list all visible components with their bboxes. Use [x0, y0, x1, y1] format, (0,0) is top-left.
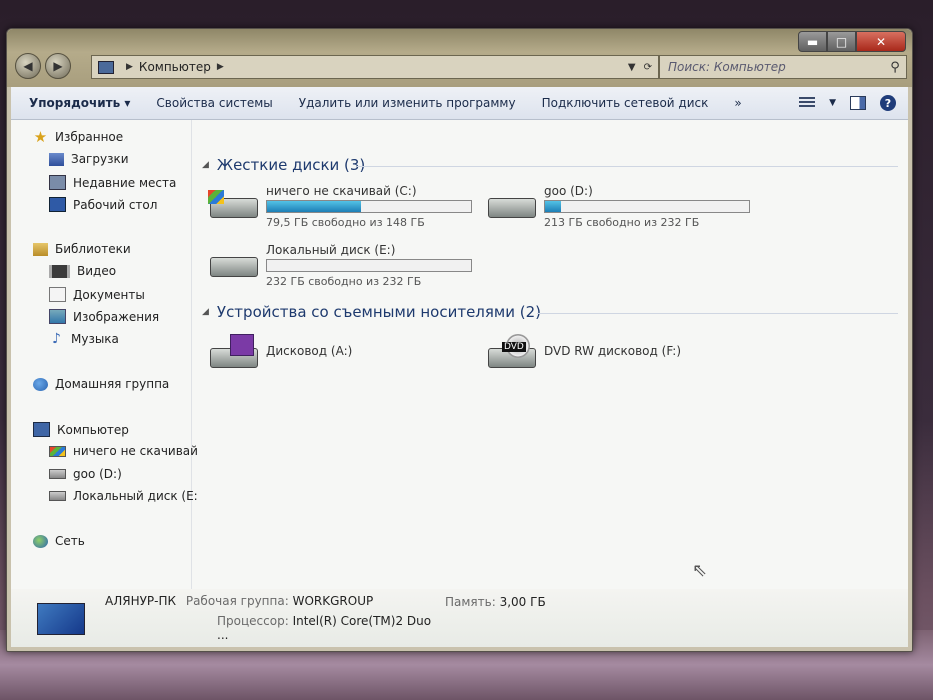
hard-drive-icon — [208, 243, 260, 277]
explorer-window: ▬ □ ✕ ◀ ▶ ▶ Компьютер ▶ ▼ ⟳ Поиск: Компь… — [6, 28, 913, 652]
title-bar: ▬ □ ✕ ◀ ▶ ▶ Компьютер ▶ ▼ ⟳ Поиск: Компь… — [7, 29, 912, 87]
computer-monitor-icon — [37, 603, 85, 635]
maximize-button[interactable]: □ — [827, 31, 856, 52]
window-controls: ▬ □ ✕ — [798, 31, 906, 52]
downloads-icon — [49, 152, 64, 166]
star-icon: ★ — [33, 127, 48, 146]
arrow-right-icon: ▶ — [53, 59, 63, 73]
pc-name: АЛЯНУР-ПК — [105, 594, 177, 608]
drive-d[interactable]: goo (D:) 213 ГБ свободно из 232 ГБ — [486, 184, 750, 229]
usage-fill — [267, 201, 361, 212]
group-header-hard-drives[interactable]: ◢ Жесткие диски (3) — [202, 156, 365, 174]
search-icon[interactable]: ⚲ — [884, 60, 906, 75]
forward-button[interactable]: ▶ — [45, 53, 71, 79]
group-divider — [537, 313, 898, 314]
system-drive-icon — [208, 184, 260, 218]
drive-a[interactable]: Дисковод (A:) — [208, 334, 352, 368]
close-button[interactable]: ✕ — [856, 31, 906, 52]
computer-icon — [98, 60, 114, 74]
sidebar-item-documents[interactable]: Документы — [49, 287, 145, 302]
sidebar-item-drive-e[interactable]: Локальный диск (E: — [49, 489, 198, 503]
address-bar[interactable]: ▶ Компьютер ▶ ▼ ⟳ — [91, 55, 659, 79]
memory-value: 3,00 ГБ — [499, 595, 546, 609]
workgroup-label: Рабочая группа: — [185, 594, 289, 608]
preview-pane-icon[interactable] — [850, 96, 866, 110]
group-header-removable[interactable]: ◢ Устройства со съемными носителями (2) — [202, 303, 541, 321]
sidebar-item-recent[interactable]: Недавние места — [49, 175, 176, 190]
map-network-drive-button[interactable]: Подключить сетевой диск — [529, 96, 722, 110]
collapse-arrow-icon[interactable]: ◢ — [202, 307, 209, 317]
more-commands-button[interactable]: » — [721, 96, 754, 110]
breadcrumb-computer[interactable]: Компьютер — [139, 60, 211, 74]
drive-d-usage-bar — [544, 200, 750, 213]
chevron-right-icon[interactable]: ▶ — [126, 62, 133, 72]
drive-c-usage-bar — [266, 200, 472, 213]
sidebar-item-downloads[interactable]: Загрузки — [49, 152, 129, 166]
documents-icon — [49, 287, 66, 302]
hard-drive-icon — [486, 184, 538, 218]
search-input[interactable]: Поиск: Компьютер ⚲ — [659, 55, 907, 79]
music-note-icon: ♪ — [52, 330, 61, 347]
drive-c[interactable]: ничего не скачивай (C:) 79,5 ГБ свободно… — [208, 184, 472, 229]
hard-drive-icon — [49, 469, 66, 479]
organize-button[interactable]: Упорядочить ▾ — [11, 96, 143, 110]
sidebar-item-video[interactable]: Видео — [49, 264, 116, 278]
drive-e-usage-bar — [266, 259, 472, 272]
chevron-right-icon[interactable]: ▶ — [217, 62, 224, 72]
computer-icon — [33, 422, 50, 437]
desktop-icon — [49, 197, 66, 212]
library-icon — [33, 242, 48, 256]
cpu-label: Процессор: — [217, 614, 289, 628]
sidebar-item-computer[interactable]: Компьютер — [33, 422, 129, 437]
view-dropdown-icon[interactable]: ▼ — [829, 98, 836, 108]
recent-places-icon — [49, 175, 66, 190]
video-icon — [49, 264, 70, 278]
workgroup-value: WORKGROUP — [292, 594, 374, 608]
system-properties-button[interactable]: Свойства системы — [143, 96, 285, 110]
hard-drive-icon — [49, 491, 66, 501]
usage-fill — [545, 201, 562, 212]
floppy-drive-icon — [208, 334, 260, 368]
uninstall-program-button[interactable]: Удалить или изменить программу — [286, 96, 529, 110]
sidebar-item-drive-c[interactable]: ничего не скачивай — [49, 444, 198, 458]
sidebar-item-homegroup[interactable]: Домашняя группа — [33, 377, 169, 391]
network-icon — [33, 534, 48, 548]
search-placeholder: Поиск: Компьютер — [668, 60, 786, 74]
drives-view: ◢ Жесткие диски (3) ничего не скачивай (… — [192, 120, 908, 589]
sidebar-item-libraries[interactable]: Библиотеки — [33, 242, 131, 256]
pictures-icon — [49, 309, 66, 324]
homegroup-icon — [33, 377, 48, 391]
sidebar-item-music[interactable]: ♪ Музыка — [49, 330, 119, 347]
navigation-pane: ★ Избранное Загрузки Недавние места Рабо… — [11, 120, 198, 589]
minimize-button[interactable]: ▬ — [798, 31, 827, 52]
sidebar-item-images[interactable]: Изображения — [49, 309, 159, 324]
sidebar-item-desktop[interactable]: Рабочий стол — [49, 197, 157, 212]
details-pane: АЛЯНУР-ПК Рабочая группа: WORKGROUP Проц… — [11, 589, 908, 647]
refresh-icon[interactable]: ⟳ — [644, 62, 652, 73]
sidebar-item-network[interactable]: Сеть — [33, 534, 85, 548]
dvd-drive-icon: DVD — [486, 334, 538, 368]
mouse-cursor-icon: ⇖ — [692, 560, 708, 581]
drive-f[interactable]: DVD DVD RW дисковод (F:) — [486, 334, 681, 368]
command-bar: Упорядочить ▾ Свойства системы Удалить и… — [11, 87, 908, 120]
group-divider — [357, 166, 898, 167]
memory-label: Память: — [445, 595, 496, 609]
content-area: ★ Избранное Загрузки Недавние места Рабо… — [11, 120, 908, 589]
sidebar-item-favorites[interactable]: ★ Избранное — [33, 127, 123, 146]
collapse-arrow-icon[interactable]: ◢ — [202, 160, 209, 170]
sidebar-item-drive-d[interactable]: goo (D:) — [49, 467, 122, 481]
drive-e[interactable]: Локальный диск (E:) 232 ГБ свободно из 2… — [208, 243, 472, 288]
dropdown-arrow-icon[interactable]: ▼ — [628, 62, 636, 73]
help-icon[interactable]: ? — [880, 95, 896, 111]
back-button[interactable]: ◀ — [15, 53, 41, 79]
system-drive-icon — [49, 445, 66, 457]
arrow-left-icon: ◀ — [23, 59, 33, 73]
view-options-icon[interactable] — [799, 97, 816, 109]
